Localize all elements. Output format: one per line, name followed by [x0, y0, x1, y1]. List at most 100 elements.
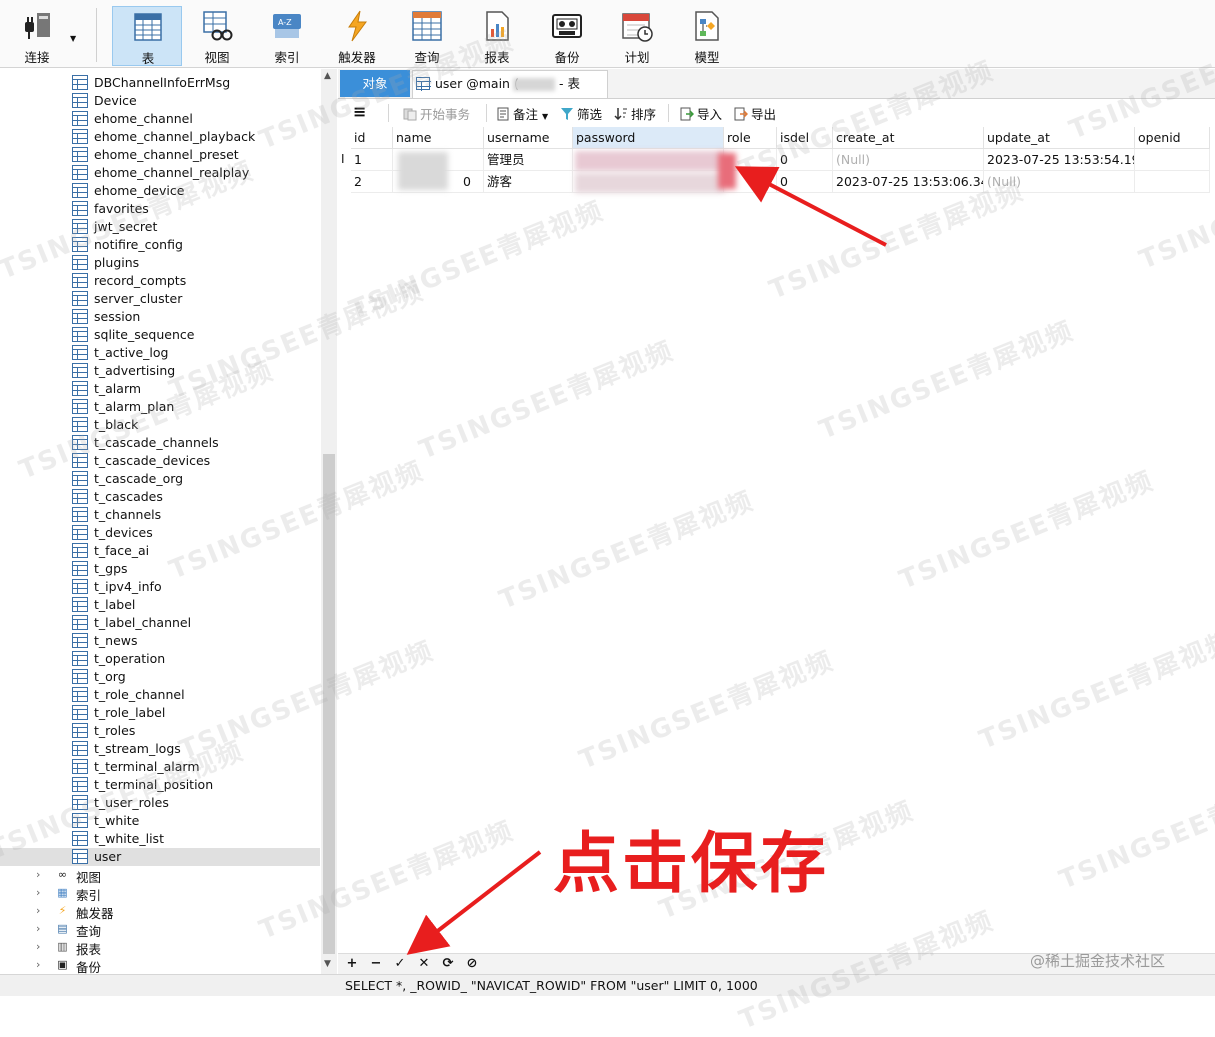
sidebar-table-item[interactable]: t_advertising: [0, 362, 320, 380]
import-button[interactable]: 导入: [680, 104, 722, 122]
sidebar-group-item[interactable]: › ⚡ 触发器: [0, 902, 320, 921]
filter-button[interactable]: 筛选: [560, 104, 602, 122]
sidebar-group-item[interactable]: › ∞ 视图: [0, 866, 320, 885]
sidebar-table-item[interactable]: t_alarm_plan: [0, 398, 320, 416]
sidebar-table-item[interactable]: ehome_channel_realplay: [0, 164, 320, 182]
delete-record-button[interactable]: −: [368, 955, 384, 973]
sidebar-table-item[interactable]: t_label_channel: [0, 614, 320, 632]
menu-icon[interactable]: ≡: [353, 102, 366, 121]
toolbar-index-button[interactable]: A-Z 索引: [252, 6, 322, 66]
column-header-isdel[interactable]: isdel: [777, 127, 833, 149]
sidebar-table-item[interactable]: t_cascade_org: [0, 470, 320, 488]
chevron-right-icon[interactable]: ›: [36, 958, 40, 971]
add-record-button[interactable]: +: [344, 955, 360, 973]
cell-isdel[interactable]: 0: [777, 171, 833, 193]
sidebar-table-item[interactable]: plugins: [0, 254, 320, 272]
sidebar-table-item[interactable]: favorites: [0, 200, 320, 218]
sidebar-table-item[interactable]: ehome_channel: [0, 110, 320, 128]
sidebar-group-item[interactable]: › ▣ 备份: [0, 956, 320, 974]
begin-transaction-button[interactable]: 开始事务: [403, 104, 470, 122]
sidebar-table-item[interactable]: t_org: [0, 668, 320, 686]
memo-button[interactable]: 备注 ▼: [496, 104, 548, 122]
cell-isdel[interactable]: 0: [777, 149, 833, 171]
toolbar-report-button[interactable]: 报表: [462, 6, 532, 66]
sidebar-table-item[interactable]: server_cluster: [0, 290, 320, 308]
sidebar-table-item[interactable]: t_roles: [0, 722, 320, 740]
column-header-id[interactable]: id: [351, 127, 393, 149]
sidebar-table-item[interactable]: t_black: [0, 416, 320, 434]
cell-update_at[interactable]: 2023-07-25 13:53:54.1960: [984, 149, 1135, 171]
export-button[interactable]: 导出: [734, 104, 776, 122]
toolbar-view-button[interactable]: 视图: [182, 6, 252, 66]
sidebar-group-item[interactable]: › ▦ 索引: [0, 884, 320, 903]
tab-objects[interactable]: 对象: [340, 70, 410, 97]
sidebar-table-item[interactable]: t_terminal_position: [0, 776, 320, 794]
sidebar-table-item[interactable]: ehome_channel_playback: [0, 128, 320, 146]
scroll-down-icon[interactable]: ▼: [324, 959, 331, 969]
cell-id[interactable]: 1: [351, 149, 393, 171]
sidebar-table-item[interactable]: t_channels: [0, 506, 320, 524]
sidebar-table-item[interactable]: t_label: [0, 596, 320, 614]
sidebar-table-item[interactable]: user: [0, 848, 320, 866]
column-header-create_at[interactable]: create_at: [833, 127, 984, 149]
column-header-update_at[interactable]: update_at: [984, 127, 1135, 149]
sidebar-table-item[interactable]: t_face_ai: [0, 542, 320, 560]
column-header-name[interactable]: name: [393, 127, 484, 149]
chevron-right-icon[interactable]: ›: [36, 868, 40, 881]
refresh-button[interactable]: ⟳: [440, 955, 456, 973]
discard-changes-button[interactable]: ✕: [416, 955, 432, 973]
cell-update_at[interactable]: (Null): [984, 171, 1135, 193]
sidebar-table-item[interactable]: t_stream_logs: [0, 740, 320, 758]
sidebar-table-item[interactable]: t_gps: [0, 560, 320, 578]
sidebar-table-item[interactable]: notifire_config: [0, 236, 320, 254]
scroll-up-icon[interactable]: ▲: [324, 71, 331, 81]
toolbar-schedule-button[interactable]: 计划: [602, 6, 672, 66]
sidebar-table-item[interactable]: t_user_roles: [0, 794, 320, 812]
sort-button[interactable]: 排序: [614, 104, 656, 122]
apply-changes-button[interactable]: ✓: [392, 955, 408, 973]
sidebar-table-item[interactable]: t_devices: [0, 524, 320, 542]
sidebar-table-item[interactable]: t_white: [0, 812, 320, 830]
cell-create_at[interactable]: 2023-07-25 13:53:06.3407: [833, 171, 984, 193]
sidebar-table-item[interactable]: t_cascades: [0, 488, 320, 506]
toolbar-table-button[interactable]: 表: [112, 6, 182, 66]
sidebar-table-item[interactable]: t_alarm: [0, 380, 320, 398]
chevron-right-icon[interactable]: ›: [36, 922, 40, 935]
toolbar-connection-button[interactable]: 连接 ▼: [2, 6, 76, 66]
cell-username[interactable]: 游客: [484, 171, 573, 193]
cell-openid[interactable]: [1135, 149, 1210, 171]
column-header-role[interactable]: role: [724, 127, 777, 149]
sidebar-group-item[interactable]: › ▥ 报表: [0, 938, 320, 957]
toolbar-model-button[interactable]: 模型: [672, 6, 742, 66]
sidebar-table-item[interactable]: t_role_channel: [0, 686, 320, 704]
sidebar-table-item[interactable]: DBChannelInfoErrMsg: [0, 74, 320, 92]
sidebar-table-item[interactable]: t_terminal_alarm: [0, 758, 320, 776]
column-header-username[interactable]: username: [484, 127, 573, 149]
cell-openid[interactable]: [1135, 171, 1210, 193]
scrollbar-thumb[interactable]: [323, 454, 335, 954]
tab-user-table[interactable]: user @main ( - 表: [412, 70, 608, 98]
sidebar-table-item[interactable]: t_operation: [0, 650, 320, 668]
toolbar-trigger-button[interactable]: 触发器: [322, 6, 392, 66]
chevron-right-icon[interactable]: ›: [36, 940, 40, 953]
sidebar-table-item[interactable]: t_active_log: [0, 344, 320, 362]
dropdown-arrow-icon[interactable]: ▼: [70, 34, 76, 43]
sidebar-table-item[interactable]: t_white_list: [0, 830, 320, 848]
sidebar-table-item[interactable]: t_cascade_devices: [0, 452, 320, 470]
stop-button[interactable]: ⊘: [464, 955, 480, 973]
sidebar-table-item[interactable]: t_news: [0, 632, 320, 650]
sidebar-scrollbar[interactable]: ▲ ▼: [321, 69, 337, 974]
chevron-right-icon[interactable]: ›: [36, 886, 40, 899]
sidebar-table-item[interactable]: t_cascade_channels: [0, 434, 320, 452]
sidebar-table-item[interactable]: ehome_channel_preset: [0, 146, 320, 164]
sidebar-group-item[interactable]: › ▤ 查询: [0, 920, 320, 939]
chevron-right-icon[interactable]: ›: [36, 904, 40, 917]
column-header-openid[interactable]: openid: [1135, 127, 1210, 149]
sidebar-table-item[interactable]: ehome_device: [0, 182, 320, 200]
sidebar-table-item[interactable]: record_compts: [0, 272, 320, 290]
sidebar-table-item[interactable]: Device: [0, 92, 320, 110]
column-header-password[interactable]: password: [573, 127, 724, 149]
toolbar-backup-button[interactable]: 备份: [532, 6, 602, 66]
sidebar-table-item[interactable]: session: [0, 308, 320, 326]
sidebar-table-item[interactable]: t_ipv4_info: [0, 578, 320, 596]
